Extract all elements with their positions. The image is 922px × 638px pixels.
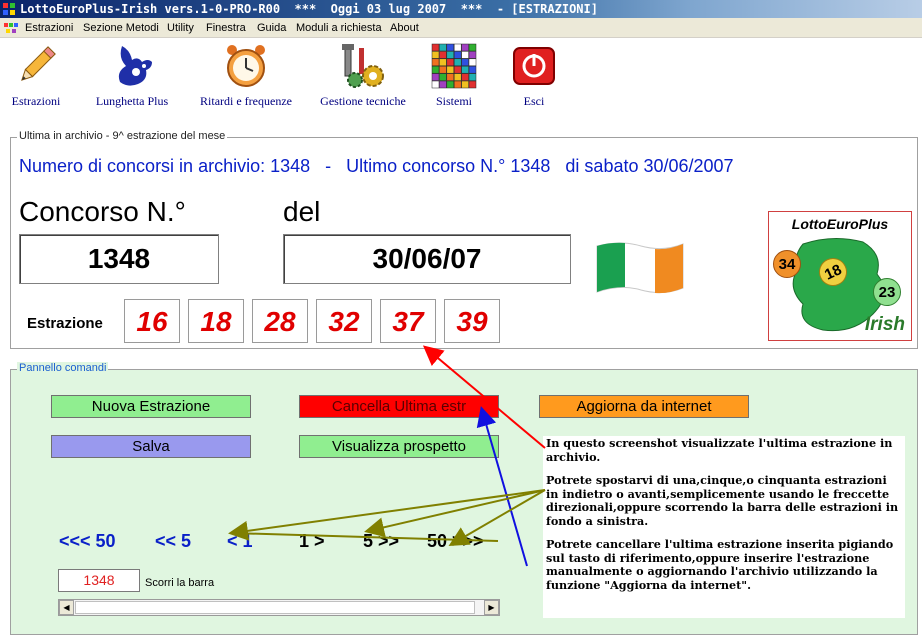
nav-back-1-button[interactable]: < 1 bbox=[227, 531, 253, 552]
esci-tool-button[interactable]: Esci bbox=[506, 42, 562, 109]
nuova-estrazione-button[interactable]: Nuova Estrazione bbox=[51, 395, 251, 418]
scroll-right-arrow-icon[interactable]: ▶ bbox=[484, 600, 499, 615]
sistemi-tool-label: Sistemi bbox=[435, 94, 472, 108]
salva-button[interactable]: Salva bbox=[51, 435, 251, 458]
esci-tool-label: Esci bbox=[523, 94, 545, 108]
annotation-paragraph-2: Potrete spostarvi di una,cinque,o cinqua… bbox=[546, 473, 899, 528]
concorso-date-value: 30/06/07 bbox=[372, 243, 482, 274]
concorso-label: Concorso N.° bbox=[19, 196, 186, 227]
nav-forward-1-button[interactable]: 1 > bbox=[299, 531, 325, 552]
logo-ball-1: 34 bbox=[773, 250, 801, 278]
rabbit-logo-icon bbox=[108, 42, 156, 90]
grid-icon bbox=[430, 42, 478, 90]
logo-ball-3: 23 bbox=[873, 278, 901, 306]
aggiorna-da-internet-button[interactable]: Aggiorna da internet bbox=[539, 395, 749, 418]
logo-title: LottoEuroPlus bbox=[791, 216, 889, 232]
gestione-tecniche-tool-label: Gestione tecniche bbox=[320, 94, 406, 108]
drawn-number-1: 16 bbox=[124, 299, 180, 343]
annotation-paragraph-1: In questo screenshot visualizzate l'ulti… bbox=[546, 436, 893, 464]
nav-forward-5-button[interactable]: 5 >> bbox=[363, 531, 399, 552]
drawn-number-2: 18 bbox=[188, 299, 244, 343]
estrazione-label: Estrazione bbox=[27, 315, 103, 332]
concorso-counter-field[interactable]: 1348 bbox=[58, 569, 140, 592]
lottoeuroplus-logo: LottoEuroPlus 34 18 23 Irish bbox=[768, 211, 912, 341]
del-label: del bbox=[283, 196, 321, 227]
menu-utility[interactable]: Utility bbox=[167, 18, 194, 38]
estrazioni-scrollbar[interactable]: ◀ ▶ bbox=[58, 599, 500, 616]
menu-sezione-metodi[interactable]: Sezione Metodi bbox=[83, 18, 159, 38]
lunghetta-plus-tool-label: Lunghetta Plus bbox=[95, 94, 169, 108]
scroll-bar-label: Scorri la barra bbox=[145, 577, 215, 589]
cancella-ultima-estrazione-button[interactable]: Cancella Ultima estr bbox=[299, 395, 499, 418]
concorso-number-value: 1348 bbox=[87, 243, 151, 274]
nav-back-50-button[interactable]: <<< 50 bbox=[59, 531, 116, 552]
menu-moduli-a-richiesta[interactable]: Moduli a richiesta bbox=[296, 18, 382, 38]
window-title: LottoEuroPlus-Irish vers.1-0-PRO-R00 ***… bbox=[20, 2, 598, 16]
irish-flag-icon bbox=[596, 242, 684, 294]
archive-info-line: Numero di concorsi in archivio: 1348 - U… bbox=[19, 156, 734, 176]
archive-panel-legend: Ultima in archivio - 9^ estrazione del m… bbox=[17, 130, 228, 142]
nav-forward-50-button[interactable]: 50 >>> bbox=[427, 531, 484, 552]
concorso-number-box: 1348 bbox=[19, 234, 219, 284]
gestione-tecniche-tool-button[interactable]: Gestione tecniche bbox=[310, 42, 416, 109]
nav-back-5-button[interactable]: << 5 bbox=[155, 531, 191, 552]
drawn-number-6: 39 bbox=[444, 299, 500, 343]
estrazioni-tool-label: Estrazioni bbox=[11, 94, 61, 108]
menu-finestra[interactable]: Finestra bbox=[206, 18, 246, 38]
tools-gears-icon bbox=[339, 42, 387, 90]
menu-app-icon[interactable] bbox=[3, 21, 19, 35]
drawn-number-4: 32 bbox=[316, 299, 372, 343]
drawn-number-3: 28 bbox=[252, 299, 308, 343]
title-bar: LottoEuroPlus-Irish vers.1-0-PRO-R00 ***… bbox=[0, 0, 922, 18]
exit-power-icon bbox=[510, 42, 558, 90]
annotation-note: In questo screenshot visualizzate l'ulti… bbox=[543, 436, 905, 618]
ritardi-frequenze-tool-label: Ritardi e frequenze bbox=[200, 94, 292, 108]
sistemi-tool-button[interactable]: Sistemi bbox=[424, 42, 484, 109]
scrollbar-thumb[interactable] bbox=[75, 601, 475, 614]
estrazioni-tool-button[interactable]: Estrazioni bbox=[4, 42, 68, 109]
menu-guida[interactable]: Guida bbox=[257, 18, 286, 38]
menu-estrazioni[interactable]: Estrazioni bbox=[25, 18, 73, 38]
drawn-number-5: 37 bbox=[380, 299, 436, 343]
visualizza-prospetto-button[interactable]: Visualizza prospetto bbox=[299, 435, 499, 458]
concorso-date-box: 30/06/07 bbox=[283, 234, 571, 284]
scroll-left-arrow-icon[interactable]: ◀ bbox=[59, 600, 74, 615]
menu-about[interactable]: About bbox=[390, 18, 419, 38]
ritardi-frequenze-tool-button[interactable]: Ritardi e frequenze bbox=[190, 42, 302, 109]
toolbar: Estrazioni Lunghetta Plus Ritardi e freq… bbox=[0, 38, 922, 118]
lunghetta-plus-tool-button[interactable]: Lunghetta Plus bbox=[84, 42, 180, 109]
pencil-icon bbox=[12, 42, 60, 90]
logo-subtitle: Irish bbox=[864, 314, 905, 335]
app-icon bbox=[3, 3, 15, 15]
annotation-paragraph-3: Potrete cancellare l'ultima estrazione i… bbox=[546, 537, 894, 592]
commands-panel-legend: Pannello comandi bbox=[17, 362, 109, 374]
menu-bar: Estrazioni Sezione Metodi Utility Finest… bbox=[0, 18, 922, 38]
alarm-clock-icon bbox=[222, 42, 270, 90]
archive-panel: Ultima in archivio - 9^ estrazione del m… bbox=[10, 130, 918, 349]
